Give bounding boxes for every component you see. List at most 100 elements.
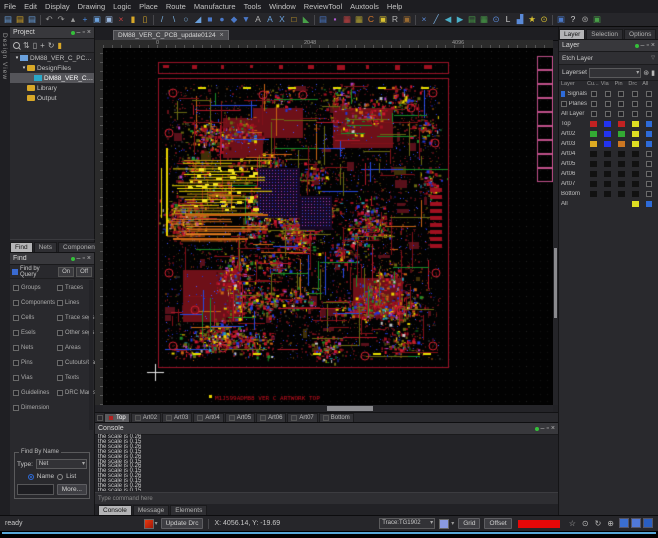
color-swatch[interactable] — [618, 151, 625, 157]
grid-green-icon[interactable]: ▦ — [479, 14, 490, 25]
menu-item-manufacture[interactable]: Manufacture — [190, 1, 240, 13]
filter-option[interactable]: Cells — [13, 310, 55, 325]
hscroll-thumb[interactable] — [327, 406, 373, 411]
tab-layer[interactable]: Layer — [559, 29, 585, 39]
layer-row-art03[interactable]: Art03 — [561, 139, 656, 149]
add-icon[interactable]: + — [40, 40, 45, 51]
color-swatch[interactable] — [604, 131, 611, 137]
text-icon[interactable]: A — [265, 14, 276, 25]
draw-icon[interactable]: ╱ — [431, 14, 442, 25]
unlock-icon[interactable]: ▯ — [140, 14, 151, 25]
component-icon[interactable]: C — [366, 14, 377, 25]
via-icon[interactable]: ⊙ — [491, 14, 502, 25]
line-icon[interactable]: / — [157, 14, 168, 25]
float-icon[interactable]: ▫ — [546, 424, 548, 433]
ref-icon[interactable]: R — [390, 14, 401, 25]
menu-item-file[interactable]: File — [0, 1, 20, 13]
tab-options[interactable]: Options — [624, 29, 656, 39]
menu-item-route[interactable]: Route — [162, 1, 190, 13]
sort-icon[interactable]: ⇅ — [23, 40, 30, 51]
color-swatch[interactable] — [590, 171, 597, 177]
color-swatch[interactable] — [632, 151, 639, 157]
status-refresh-icon[interactable]: ↻ — [595, 519, 602, 528]
menu-item-tools[interactable]: Tools — [240, 1, 266, 13]
checkbox-nets[interactable] — [13, 345, 19, 351]
clock-icon[interactable]: ⊙ — [539, 14, 550, 25]
layers-icon[interactable]: ▣ — [556, 14, 567, 25]
layer-row-checkbox[interactable] — [561, 101, 567, 107]
drc-status-icon[interactable] — [144, 519, 154, 529]
checkbox-lines[interactable] — [57, 300, 63, 306]
color-swatch[interactable] — [604, 181, 611, 187]
paste-icon[interactable]: ▣ — [104, 14, 115, 25]
delete-icon[interactable]: × — [116, 14, 127, 25]
arrow-left-icon[interactable]: ◀ — [443, 14, 454, 25]
query-on-button[interactable]: On — [58, 267, 74, 277]
find-panel-scrollbar[interactable] — [89, 280, 93, 430]
cut-icon[interactable]: × — [419, 14, 430, 25]
lock-icon[interactable]: ▮ — [128, 14, 139, 25]
all-checkbox[interactable] — [646, 151, 652, 157]
color-swatch[interactable] — [604, 171, 611, 177]
color-swatch[interactable] — [632, 171, 639, 177]
color-swatch[interactable] — [604, 161, 611, 167]
redo-icon[interactable]: ↷ — [56, 14, 67, 25]
add-icon[interactable]: + — [80, 14, 91, 25]
minimize-icon[interactable]: – — [641, 41, 645, 50]
diag-line-icon[interactable]: \ — [169, 14, 180, 25]
etch-layer-header[interactable]: Etch Layer ▽ — [559, 52, 658, 65]
layer-tab-bottom[interactable]: Bottom — [319, 413, 354, 423]
pin-icon[interactable] — [71, 257, 75, 261]
tab-find[interactable]: Find — [10, 242, 33, 252]
color-swatch[interactable] — [590, 181, 597, 187]
color-swatch[interactable] — [632, 141, 639, 147]
tab-selection[interactable]: Selection — [586, 29, 623, 39]
menu-item-auxtools[interactable]: Auxtools — [346, 1, 383, 13]
checkbox-traces[interactable] — [57, 285, 63, 291]
all-checkbox[interactable] — [646, 171, 652, 177]
library-icon[interactable]: ▤ — [318, 14, 329, 25]
layout-toggle-icon-3[interactable] — [643, 518, 653, 528]
color-swatch[interactable] — [590, 121, 597, 127]
all-checkbox[interactable] — [646, 131, 652, 137]
visibility-checkbox[interactable] — [591, 111, 597, 117]
canvas-hscrollbar[interactable] — [103, 405, 553, 412]
color-swatch[interactable] — [590, 191, 597, 197]
tree-item-dm88-ver-c-pcb-up0-[interactable]: ▾DM88_VER_C_PCB_up0... — [10, 53, 94, 63]
corner-icon[interactable]: ◢ — [193, 14, 204, 25]
color-swatch[interactable] — [618, 191, 625, 197]
status-user-icon[interactable]: ⊙ — [582, 519, 589, 528]
layout-toggle-icon-1[interactable] — [619, 518, 629, 528]
layer-tab-art02[interactable]: Art02 — [131, 413, 161, 423]
pin-icon[interactable] — [635, 44, 639, 48]
layer-row-signals[interactable]: Signals — [561, 89, 656, 99]
search-icon[interactable] — [13, 42, 20, 49]
checkbox-components[interactable] — [13, 300, 19, 306]
visibility-checkbox[interactable] — [605, 111, 611, 117]
layer-row-all-layer[interactable]: All Layer — [561, 109, 656, 119]
color-swatch[interactable] — [632, 131, 639, 137]
all-checkbox[interactable] — [646, 201, 652, 207]
visibility-checkbox[interactable] — [632, 111, 638, 117]
new-doc-icon[interactable]: ▤ — [3, 14, 14, 25]
checkbox-esels[interactable] — [13, 330, 19, 336]
layer-tab-art05[interactable]: Art05 — [225, 413, 255, 423]
doc-icon[interactable]: ▯ — [33, 40, 37, 51]
close-icon[interactable]: × — [651, 41, 655, 50]
l-shape-icon[interactable]: L — [503, 14, 514, 25]
doc-green-icon[interactable]: ▤ — [467, 14, 478, 25]
checkbox-cutouts-cavities[interactable] — [57, 360, 63, 366]
layer-row-art05[interactable]: Art05 — [561, 159, 656, 169]
circle-icon[interactable]: ○ — [181, 14, 192, 25]
wedge-icon[interactable]: ▼ — [241, 14, 252, 25]
menu-item-logic[interactable]: Logic — [109, 1, 135, 13]
all-checkbox[interactable] — [646, 191, 652, 197]
layout-toggle-icon-2[interactable] — [631, 518, 641, 528]
color-swatch[interactable] — [632, 121, 639, 127]
close-icon[interactable]: × — [220, 32, 224, 39]
layer-tab-art04[interactable]: Art04 — [193, 413, 223, 423]
layer-row-planes[interactable]: Planes — [561, 99, 656, 109]
color-swatch[interactable] — [604, 151, 611, 157]
minimize-icon[interactable]: – — [541, 424, 545, 433]
tab-nets[interactable]: Nets — [34, 242, 57, 252]
